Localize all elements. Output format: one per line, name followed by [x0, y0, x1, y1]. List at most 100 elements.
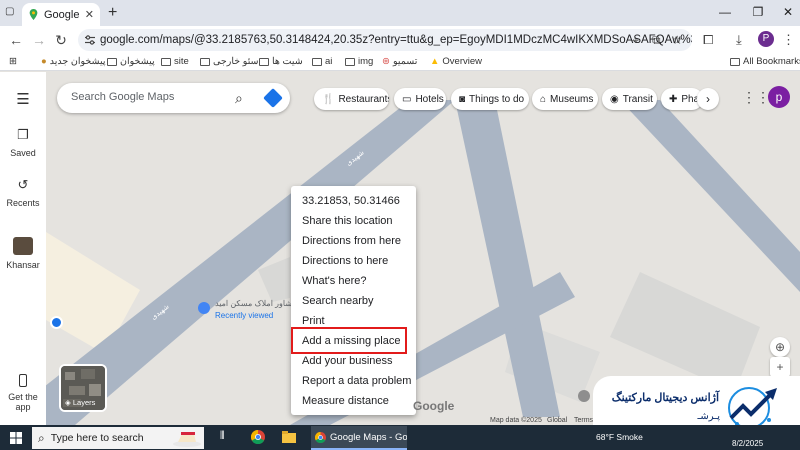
cake-icon [173, 432, 201, 447]
ctx-coordinates[interactable]: 33.21853, 50.31466 [302, 195, 400, 207]
forward-icon[interactable]: → [31, 32, 47, 48]
account-avatar[interactable]: p [768, 86, 790, 108]
folder-icon [161, 57, 171, 66]
landmark-pin-icon[interactable] [578, 390, 590, 402]
browser-profile-avatar[interactable]: P [758, 31, 774, 47]
bookmark-item-2[interactable]: site [161, 56, 189, 67]
folder-icon [200, 57, 210, 66]
maps-side-rail: ☰ ❐ Saved ↺ Recents Khansar [0, 72, 46, 425]
chevron-right-icon[interactable]: › [697, 88, 719, 110]
bookmarks-bar: ⊞ ● پیشخوان جدید پیشخوان site سئو خارجی … [0, 54, 800, 71]
taskbar-google-maps[interactable]: Google Maps - Goo... [311, 426, 407, 450]
ad-title: آژانس دیجیتال مارکتینگ [611, 392, 719, 404]
chrome-icon [315, 431, 327, 443]
apps-grid-icon[interactable]: ⊞ [9, 56, 17, 67]
restore-icon[interactable]: ❐ [751, 5, 765, 19]
tab-google-maps[interactable]: Google ✕ [22, 3, 100, 26]
bookmark-item-1[interactable]: پیشخوان [107, 56, 155, 67]
rail-saved[interactable]: ❐ Saved [0, 127, 46, 158]
bookmark-item-6[interactable]: img [345, 56, 373, 67]
bookmark-item-3[interactable]: سئو خارجی [200, 56, 259, 67]
bookmark-item-5[interactable]: ai [312, 56, 332, 67]
chip-transit[interactable]: ◉ Transit [602, 88, 657, 110]
layers-button[interactable]: ◈ Layers [59, 364, 107, 412]
footer-global[interactable]: Global [547, 417, 567, 424]
chip-hotels[interactable]: ▭ Hotels [394, 88, 446, 110]
chrome-icon[interactable] [251, 430, 265, 444]
zoom-in-button[interactable]: + [770, 357, 790, 377]
file-explorer-icon[interactable] [282, 430, 296, 444]
bookmark-icon: ❐ [17, 127, 29, 142]
bookmark-star-icon[interactable]: ☆ [672, 33, 683, 47]
place-status: Recently viewed [215, 311, 274, 320]
taskbar-window-title: Google Maps - Goo... [330, 431, 407, 443]
chip-museums[interactable]: ⌂ Museums [532, 88, 598, 110]
bookmark-item-7[interactable]: ⊛ تسمیو [382, 56, 417, 67]
ctx-measure-distance[interactable]: Measure distance [302, 395, 389, 407]
all-bookmarks[interactable]: All Bookmarks [730, 56, 800, 67]
folder-icon [730, 57, 740, 66]
rail-khansar[interactable]: Khansar [0, 237, 46, 270]
ctx-whats-here[interactable]: What's here? [302, 275, 366, 287]
address-bar[interactable]: google.com/maps/@33.2185763,50.3148424,2… [78, 29, 692, 51]
pharmacy-icon: ✚ [669, 93, 678, 105]
minimize-icon[interactable]: — [718, 5, 732, 19]
search-icon[interactable]: ⌕ [235, 90, 243, 107]
back-icon[interactable]: ← [8, 32, 24, 48]
maps-favicon-icon [29, 9, 38, 20]
search-icon: ⌕ [38, 430, 45, 445]
ctx-directions-from[interactable]: Directions from here [302, 235, 401, 247]
chip-things-to-do[interactable]: ◙ Things to do [451, 88, 529, 110]
ctx-add-business[interactable]: Add your business [302, 355, 393, 367]
ctx-share-location[interactable]: Share this location [302, 215, 393, 227]
chip-restaurants[interactable]: 🍴 Restaurants [314, 88, 389, 110]
ads-icon: ▲ [430, 56, 440, 67]
folder-icon [259, 57, 269, 66]
taskbar-date[interactable]: 8/2/2025 [732, 439, 763, 448]
bookmark-item-0[interactable]: ● پیشخوان جدید [41, 56, 106, 67]
footer-terms[interactable]: Terms [574, 417, 593, 424]
place-pin-icon[interactable] [198, 302, 210, 314]
tab-close-icon[interactable]: ✕ [85, 8, 94, 21]
url-text: google.com/maps/@33.2185763,50.3148424,2… [100, 34, 692, 46]
hamburger-menu-icon[interactable]: ☰ [0, 90, 46, 113]
rail-recents[interactable]: ↺ Recents [0, 177, 46, 208]
reload-icon[interactable]: ↻ [53, 32, 69, 48]
shopping-pin-icon[interactable] [50, 316, 63, 329]
weather-widget[interactable]: 68°F Smoke [596, 432, 643, 442]
taskbar-search-input[interactable] [50, 432, 161, 444]
map-data-credit: Map data ©2025 [490, 417, 542, 424]
maps-search-input[interactable] [71, 91, 221, 103]
restaurant-icon: 🍴 [322, 93, 335, 105]
new-tab-icon[interactable]: + [108, 5, 117, 21]
download-icon[interactable]: ⤓ [736, 32, 742, 48]
ad-subtitle: پـرشـ [697, 411, 720, 422]
ctx-print[interactable]: Print [302, 315, 325, 327]
google-apps-icon[interactable]: ⋮⋮ [742, 89, 770, 106]
place-name[interactable]: مشاور املاک مسکن امید [215, 299, 297, 308]
my-location-icon[interactable]: ⊕ [770, 337, 790, 357]
extensions-icon[interactable]: ⧠ [703, 32, 713, 48]
close-window-icon[interactable]: ✕ [781, 5, 795, 19]
tab-search-icon[interactable]: ▢ [5, 6, 19, 20]
get-the-app[interactable]: Get the app [0, 374, 46, 412]
ctx-report-problem[interactable]: Report a data problem [302, 375, 411, 387]
site-info-icon[interactable] [84, 34, 96, 46]
browser-menu-icon[interactable]: ⋮ [782, 32, 795, 48]
ctx-directions-to[interactable]: Directions to here [302, 255, 388, 267]
layers-icon: ◈ [65, 398, 71, 407]
ctx-search-nearby[interactable]: Search nearby [302, 295, 374, 307]
bookmark-item-8[interactable]: ▲ Overview [430, 56, 482, 67]
layers-label: ◈ Layers [65, 398, 96, 407]
install-app-icon[interactable]: ⧉ [652, 33, 661, 48]
maps-search-box [57, 83, 290, 113]
windows-start-icon[interactable] [10, 432, 22, 444]
location-icon[interactable]: ⌖ [632, 33, 639, 48]
folder-icon [345, 57, 355, 66]
google-logo: Google [413, 399, 455, 413]
bookmark-item-4[interactable]: شیت ها [259, 56, 303, 67]
task-view-icon[interactable]: ⫴ [220, 430, 234, 444]
khansar-thumbnail [13, 237, 33, 255]
transit-icon: ◉ [610, 93, 619, 105]
folder-icon [312, 57, 322, 66]
